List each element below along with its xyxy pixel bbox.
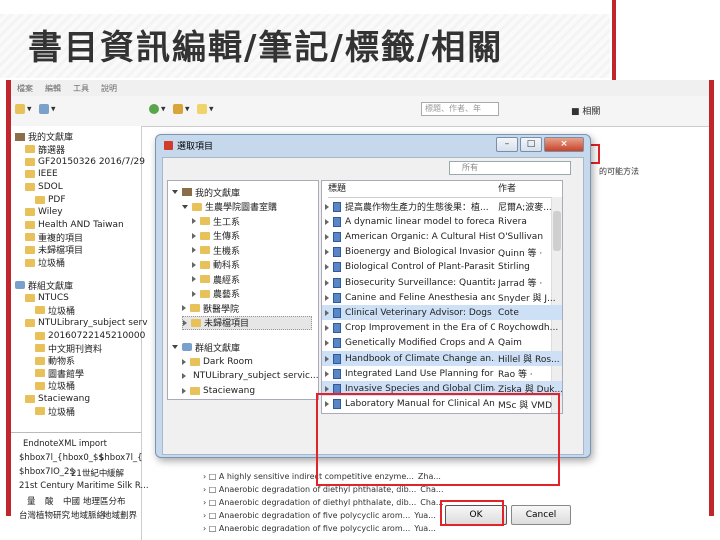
background-list-row[interactable]: › □ Anaerobic degradation of five polycy… [203,524,436,533]
background-row-title: › □ Anaerobic degradation of five polycy… [203,524,411,533]
slide-frame [6,80,714,516]
background-row-author: Yua... [414,524,436,533]
slide-title: 書目資訊編輯/筆記/標籤/相關 [28,28,504,68]
red-accent-bar [612,0,616,80]
slide-header: 書目資訊編輯/筆記/標籤/相關 [0,0,720,80]
